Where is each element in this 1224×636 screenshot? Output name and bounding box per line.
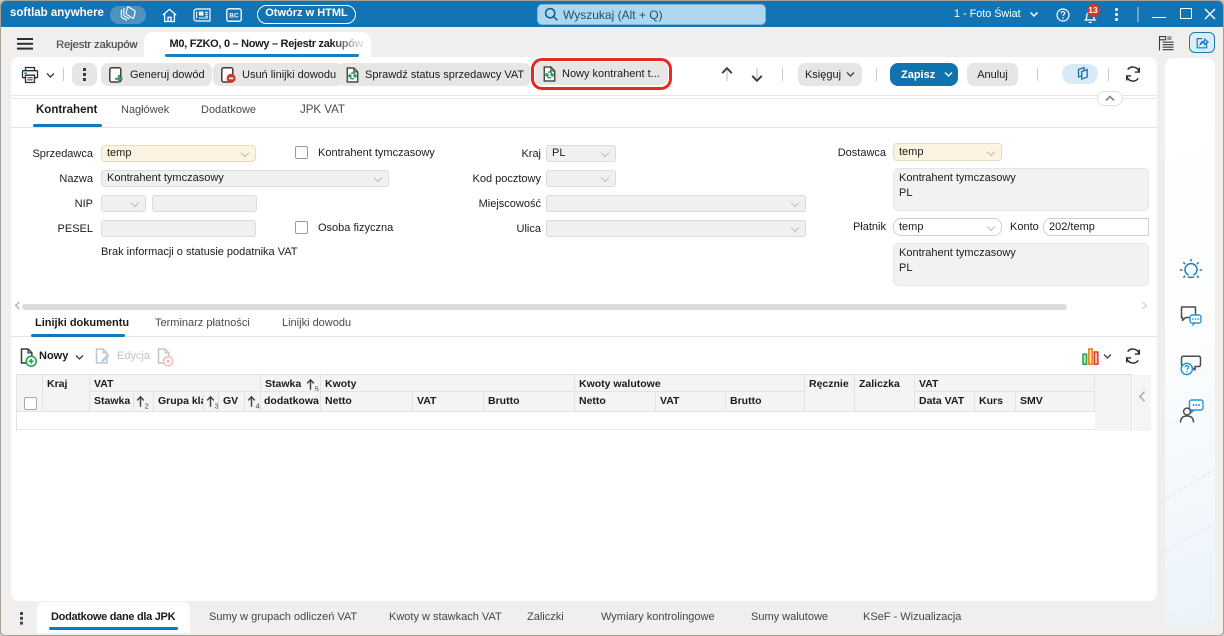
- svg-text:2: 2: [145, 402, 149, 410]
- svg-text:BC: BC: [229, 13, 239, 20]
- svg-text:4: 4: [256, 402, 260, 410]
- svg-text:5: 5: [315, 385, 319, 393]
